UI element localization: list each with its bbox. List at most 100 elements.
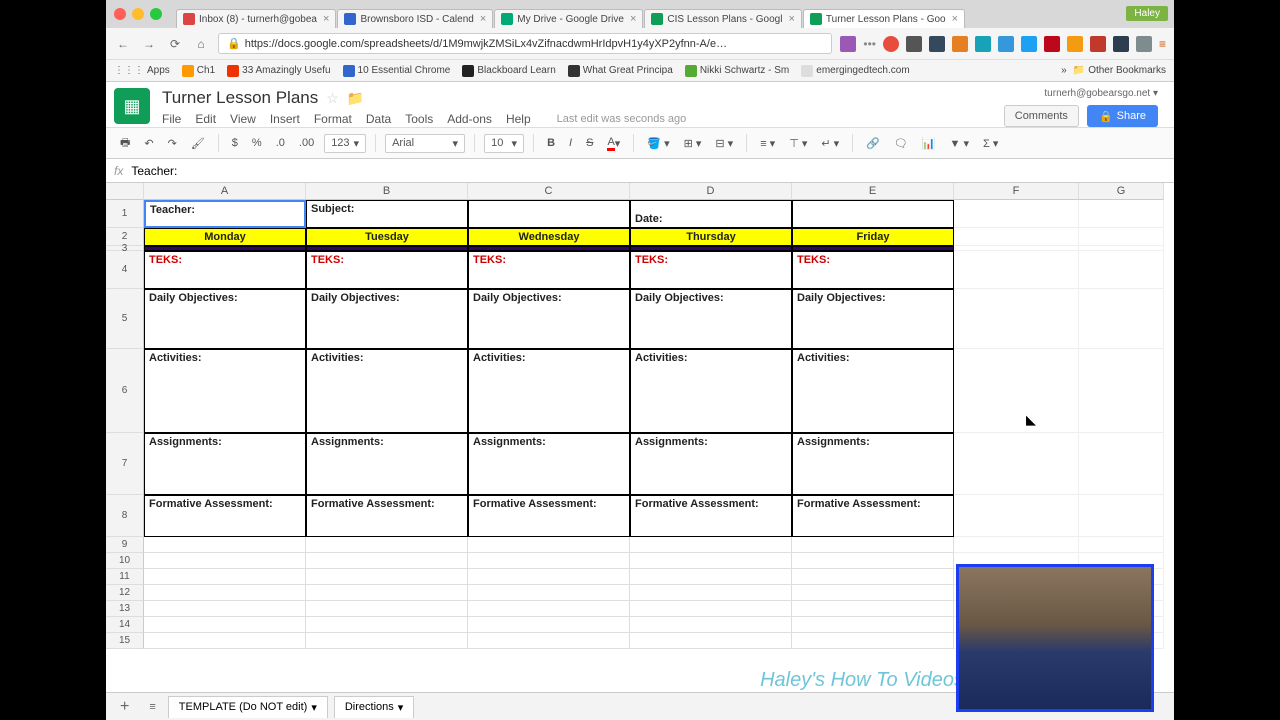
- cell-D13[interactable]: [630, 601, 792, 617]
- cell-B1[interactable]: Subject:: [306, 200, 468, 228]
- column-header-A[interactable]: A: [144, 183, 306, 200]
- cell-C15[interactable]: [468, 633, 630, 649]
- cell-G2[interactable]: [1079, 228, 1164, 246]
- merge-button[interactable]: ⊟ ▾: [711, 135, 737, 152]
- cell-B12[interactable]: [306, 585, 468, 601]
- cell-teks-2[interactable]: TEKS:: [468, 251, 630, 289]
- paint-format-button[interactable]: 🖌: [187, 135, 209, 152]
- link-button[interactable]: 🔗: [862, 135, 884, 152]
- bookmark-item[interactable]: 10 Essential Chrome: [343, 65, 451, 77]
- apps-button[interactable]: ⋮⋮⋮Apps: [114, 65, 170, 76]
- browser-tab-inbox[interactable]: Inbox (8) - turnerh@gobea×: [176, 9, 336, 28]
- document-title[interactable]: Turner Lesson Plans: [162, 88, 318, 108]
- font-select[interactable]: Arial ▾: [385, 134, 465, 153]
- row-header-1[interactable]: 1: [106, 200, 144, 228]
- italic-button[interactable]: I: [565, 135, 576, 151]
- extension-icon[interactable]: [1113, 36, 1129, 52]
- decrease-decimal-button[interactable]: .0: [272, 135, 289, 151]
- bookmark-item[interactable]: emergingedtech.com: [801, 65, 909, 77]
- extension-icon[interactable]: [1067, 36, 1083, 52]
- chart-button[interactable]: 📊: [918, 135, 940, 152]
- menu-icon[interactable]: ≡: [1159, 37, 1166, 51]
- cell-asn-2[interactable]: Assignments:: [468, 433, 630, 495]
- cell-act-3[interactable]: Activities:: [630, 349, 792, 433]
- cell-C12[interactable]: [468, 585, 630, 601]
- cell-teks-0[interactable]: TEKS:: [144, 251, 306, 289]
- h-align-button[interactable]: ≡ ▾: [756, 135, 779, 152]
- browser-tab-drive[interactable]: My Drive - Google Drive×: [494, 9, 643, 28]
- row-header-6[interactable]: 6: [106, 349, 144, 433]
- row-header-12[interactable]: 12: [106, 585, 144, 601]
- sheet-tab-template[interactable]: TEMPLATE (Do NOT edit) ▾: [168, 696, 328, 718]
- extension-icon[interactable]: [883, 36, 899, 52]
- cell-C11[interactable]: [468, 569, 630, 585]
- row-header-7[interactable]: 7: [106, 433, 144, 495]
- increase-decimal-button[interactable]: .00: [295, 135, 318, 151]
- cell-E13[interactable]: [792, 601, 954, 617]
- column-header-G[interactable]: G: [1079, 183, 1164, 200]
- cell-C9[interactable]: [468, 537, 630, 553]
- cell-day-Wednesday[interactable]: Wednesday: [468, 228, 630, 246]
- extension-icon[interactable]: [952, 36, 968, 52]
- cell-G6[interactable]: [1079, 349, 1164, 433]
- reload-button[interactable]: ⟳: [166, 35, 184, 53]
- sheets-logo-icon[interactable]: ▦: [114, 88, 150, 124]
- comment-button[interactable]: 🗨: [890, 135, 912, 152]
- cell-obj-4[interactable]: Daily Objectives:: [792, 289, 954, 349]
- borders-button[interactable]: ⊞ ▾: [680, 135, 706, 152]
- menu-format[interactable]: Format: [314, 112, 352, 126]
- column-header-B[interactable]: B: [306, 183, 468, 200]
- row-header-8[interactable]: 8: [106, 495, 144, 537]
- menu-addons[interactable]: Add-ons: [447, 112, 492, 126]
- forward-button[interactable]: →: [140, 35, 158, 53]
- cell-G9[interactable]: [1079, 537, 1164, 553]
- number-format-select[interactable]: 123 ▾: [324, 134, 366, 153]
- extension-icon[interactable]: [998, 36, 1014, 52]
- cell-C14[interactable]: [468, 617, 630, 633]
- bookmark-item[interactable]: What Great Principa: [568, 65, 673, 77]
- sheet-tab-directions[interactable]: Directions ▾: [334, 696, 414, 718]
- cell-fa-0[interactable]: Formative Assessment:: [144, 495, 306, 537]
- cell-B15[interactable]: [306, 633, 468, 649]
- cell-A11[interactable]: [144, 569, 306, 585]
- cell-teks-3[interactable]: TEKS:: [630, 251, 792, 289]
- currency-button[interactable]: $: [228, 135, 242, 151]
- font-size-select[interactable]: 10 ▾: [484, 134, 524, 153]
- cell-day-Thursday[interactable]: Thursday: [630, 228, 792, 246]
- close-icon[interactable]: ×: [630, 13, 636, 25]
- cell-E15[interactable]: [792, 633, 954, 649]
- cell-F2[interactable]: [954, 228, 1079, 246]
- cell-F7[interactable]: [954, 433, 1079, 495]
- menu-insert[interactable]: Insert: [270, 112, 300, 126]
- cell-asn-3[interactable]: Assignments:: [630, 433, 792, 495]
- cell-B14[interactable]: [306, 617, 468, 633]
- star-icon[interactable]: ☆: [326, 90, 339, 107]
- cell-D1[interactable]: Date:: [630, 200, 792, 228]
- cell-day-Monday[interactable]: Monday: [144, 228, 306, 246]
- corner-cell[interactable]: [106, 183, 144, 200]
- browser-tab-calendar[interactable]: Brownsboro ISD - Calend×: [337, 9, 493, 28]
- formula-input[interactable]: Teacher:: [131, 164, 177, 178]
- close-icon[interactable]: ×: [952, 13, 958, 25]
- cell-D15[interactable]: [630, 633, 792, 649]
- cell-A1[interactable]: Teacher:: [144, 200, 306, 228]
- row-header-13[interactable]: 13: [106, 601, 144, 617]
- cell-A10[interactable]: [144, 553, 306, 569]
- cell-G8[interactable]: [1079, 495, 1164, 537]
- cell-D12[interactable]: [630, 585, 792, 601]
- cell-fa-3[interactable]: Formative Assessment:: [630, 495, 792, 537]
- bookmark-item[interactable]: Ch1: [182, 65, 215, 77]
- extension-icon[interactable]: [1136, 36, 1152, 52]
- cell-A13[interactable]: [144, 601, 306, 617]
- redo-button[interactable]: ↷: [164, 135, 181, 152]
- cell-F9[interactable]: [954, 537, 1079, 553]
- text-color-button[interactable]: A ▾: [603, 134, 624, 153]
- chrome-user-badge[interactable]: Haley: [1126, 6, 1168, 21]
- cell-asn-4[interactable]: Assignments:: [792, 433, 954, 495]
- cell-E1[interactable]: [792, 200, 954, 228]
- cell-fa-1[interactable]: Formative Assessment:: [306, 495, 468, 537]
- cell-E12[interactable]: [792, 585, 954, 601]
- cell-obj-3[interactable]: Daily Objectives:: [630, 289, 792, 349]
- close-icon[interactable]: ×: [323, 13, 329, 25]
- menu-file[interactable]: File: [162, 112, 181, 126]
